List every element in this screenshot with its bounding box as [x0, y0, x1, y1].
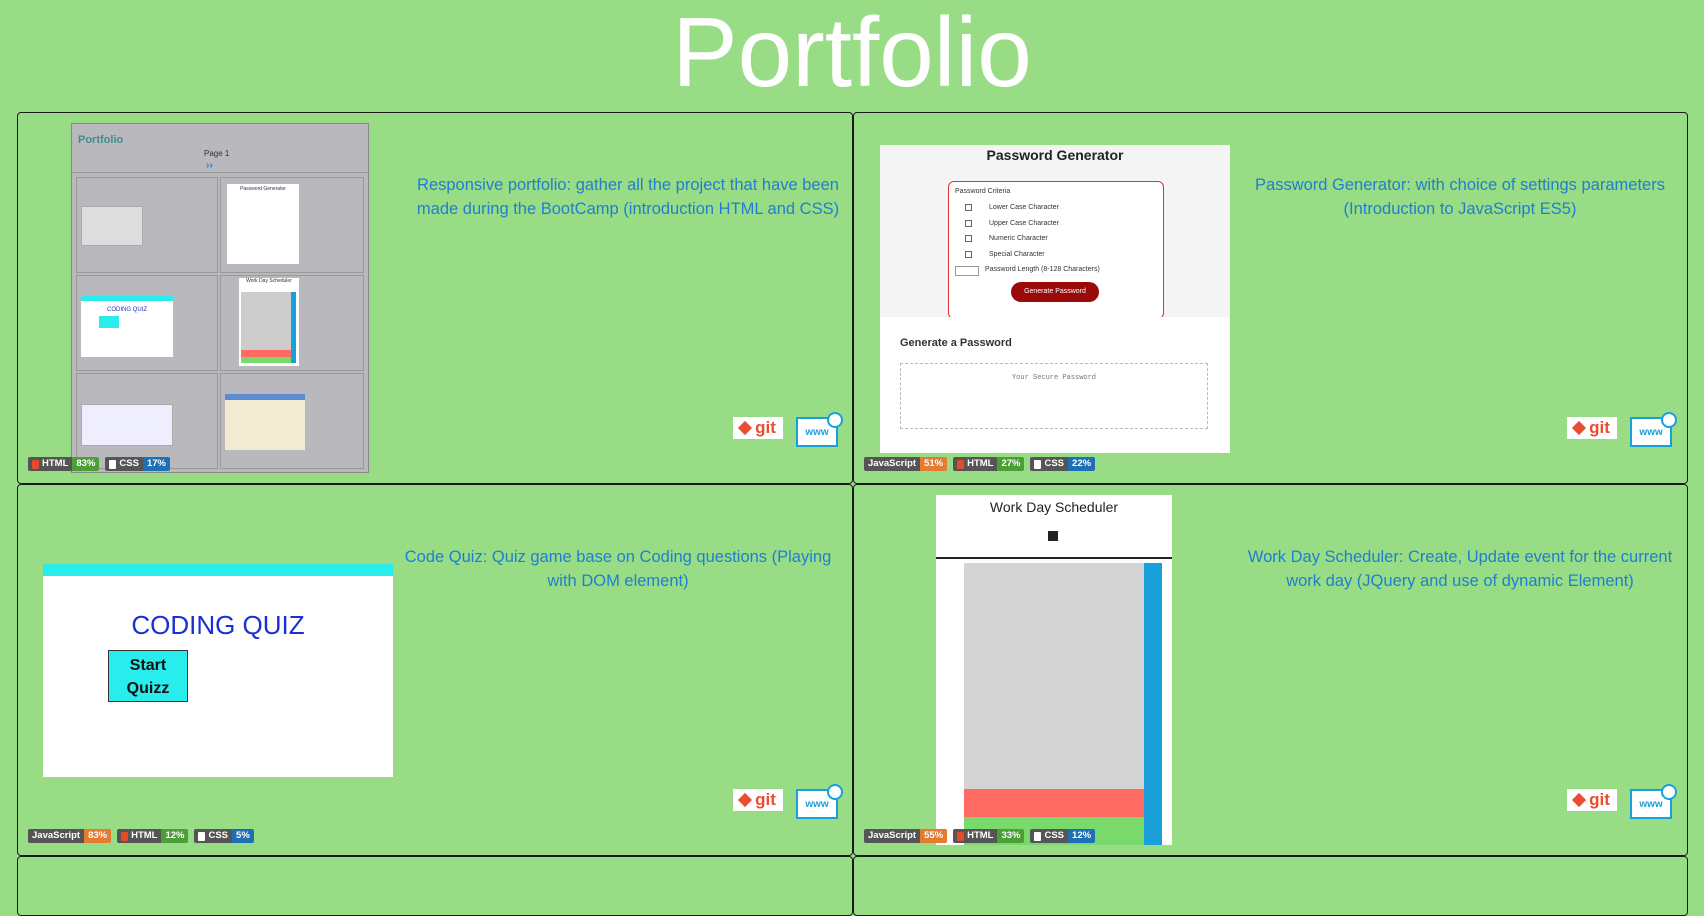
language-badge: HTML 33% [953, 829, 1025, 843]
css3-icon [1034, 831, 1042, 841]
html5-icon [32, 459, 39, 469]
website-link-button[interactable]: www [796, 784, 843, 819]
html5-icon [957, 459, 965, 469]
language-badges: JavaScript 51% HTML 27% CSS 22% [864, 457, 1096, 471]
project-card-next-left [17, 856, 853, 916]
monitor-globe-icon [1661, 412, 1677, 428]
language-badge: CSS 5% [194, 829, 254, 843]
project-card-next-right [853, 856, 1688, 916]
code-quiz-screenshot[interactable]: CODING QUIZ Start Quizz [43, 564, 393, 777]
preview-arrows-icon: ›› [206, 160, 213, 171]
git-logo-icon [738, 792, 753, 808]
portfolio-screenshot[interactable]: Portfolio Page 1 ›› Password Generator C… [71, 123, 369, 473]
project-description: Code Quiz: Quiz game base on Coding ques… [404, 548, 832, 590]
git-logo-icon [1572, 420, 1587, 436]
calendar-icon [1048, 531, 1058, 541]
git-link-button[interactable]: git [733, 417, 783, 439]
preview-tile: CODING QUIZ [76, 275, 218, 371]
work-day-scheduler-screenshot[interactable]: Work Day Scheduler [936, 495, 1172, 845]
preview-tile [220, 373, 364, 469]
preview-title: CODING QUIZ [131, 610, 305, 640]
css3-icon [1034, 459, 1042, 469]
language-badge: JavaScript 83% [28, 829, 112, 843]
language-badge: CSS 12% [1030, 829, 1096, 843]
project-card-password-generator: Password Generator Password Criteria Low… [853, 112, 1688, 484]
git-link-button[interactable]: git [733, 789, 783, 811]
password-generator-screenshot[interactable]: Password Generator Password Criteria Low… [880, 145, 1230, 453]
language-badge: HTML 27% [953, 457, 1025, 471]
preview-page-label: Page 1 [204, 149, 230, 158]
start-quiz-preview-button: Start Quizz [108, 650, 188, 702]
preview-tile: Password Generator [220, 177, 364, 273]
preview-tile: Work Day Scheduler [220, 275, 364, 371]
language-badge: CSS 22% [1030, 457, 1096, 471]
monitor-globe-icon [827, 412, 843, 428]
project-card-work-day-scheduler: Work Day Scheduler Work Day Scheduler: C… [853, 484, 1688, 856]
project-card-portfolio: Portfolio Page 1 ›› Password Generator C… [17, 112, 853, 484]
preview-title: Work Day Scheduler [989, 499, 1119, 515]
project-description: Responsive portfolio: gather all the pro… [416, 176, 840, 218]
website-link-button[interactable]: www [1630, 412, 1677, 447]
website-link-button[interactable]: www [796, 412, 843, 447]
save-buttons-column [1144, 563, 1162, 845]
preview-title: Portfolio [78, 134, 124, 146]
language-badge: HTML 83% [28, 457, 100, 471]
css3-icon [109, 459, 117, 469]
html5-icon [957, 831, 965, 841]
git-link-button[interactable]: git [1567, 789, 1617, 811]
html5-icon [121, 831, 129, 841]
project-card-code-quiz: CODING QUIZ Start Quizz Code Quiz: Quiz … [17, 484, 853, 856]
monitor-globe-icon [1661, 784, 1677, 800]
preview-tile [76, 177, 218, 273]
language-badge: CSS 17% [105, 457, 170, 471]
git-logo-icon [738, 420, 753, 436]
preview-tile [76, 373, 218, 469]
language-badges: HTML 83% CSS 17% [28, 457, 170, 471]
language-badges: JavaScript 83% HTML 12% CSS 5% [28, 829, 254, 843]
monitor-globe-icon [827, 784, 843, 800]
language-badges: JavaScript 55% HTML 33% CSS 12% [864, 829, 1096, 843]
project-description: Password Generator: with choice of setti… [1255, 176, 1665, 218]
project-description: Work Day Scheduler: Create, Update event… [1247, 548, 1673, 590]
website-link-button[interactable]: www [1630, 784, 1677, 819]
git-logo-icon [1572, 792, 1587, 808]
language-badge: HTML 12% [117, 829, 189, 843]
language-badge: JavaScript 55% [864, 829, 948, 843]
css3-icon [198, 831, 206, 841]
git-link-button[interactable]: git [1567, 417, 1617, 439]
language-badge: JavaScript 51% [864, 457, 948, 471]
page-title: Portfolio [672, 0, 1032, 107]
preview-title: Password Generator [986, 147, 1124, 163]
